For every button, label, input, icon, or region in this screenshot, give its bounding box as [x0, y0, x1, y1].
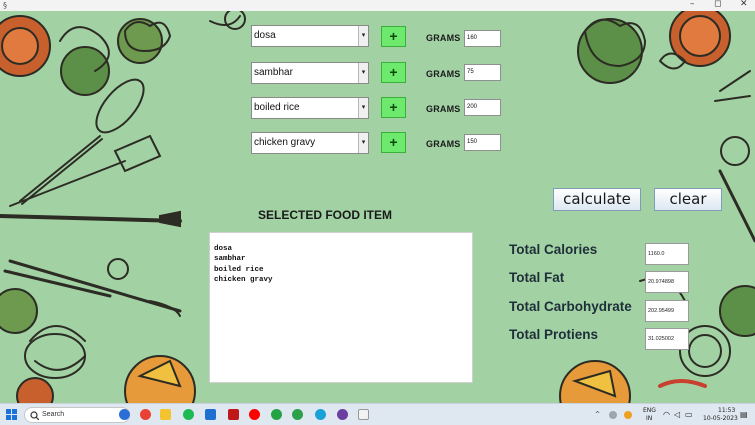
food-select-value: sambhar [254, 67, 293, 78]
java-icon: § [3, 1, 7, 10]
youtube-icon[interactable] [249, 409, 260, 420]
clock-time[interactable]: 11:53 [718, 407, 735, 414]
total-protiens-label: Total Protiens [509, 327, 599, 342]
maximize-button[interactable]: ◻ [714, 0, 721, 9]
grams-label: GRAMS [426, 104, 461, 114]
language-indicator-top[interactable]: ENG [643, 407, 656, 414]
file-explorer-icon[interactable] [160, 409, 171, 420]
add-food-button-4[interactable]: + [381, 132, 406, 153]
total-protiens-value[interactable]: 31.025002 [645, 328, 689, 350]
add-food-button-2[interactable]: + [381, 62, 406, 83]
add-food-button-1[interactable]: + [381, 26, 406, 47]
total-calories-value[interactable]: 1160.0 [645, 243, 689, 265]
food-select-value: chicken gravy [254, 137, 316, 148]
calculate-button[interactable]: calculate [553, 188, 641, 211]
notification-icon[interactable]: ▤ [740, 410, 748, 419]
battery-icon[interactable]: ▭ [685, 410, 693, 419]
list-item: boiled rice [214, 265, 264, 274]
chevron-down-icon[interactable]: ▾ [358, 98, 368, 118]
grams-input-2[interactable]: 75 [464, 64, 501, 81]
total-carbohydrate-value[interactable]: 202.95499 [645, 300, 689, 322]
list-item: chicken gravy [214, 275, 273, 284]
wifi-icon[interactable]: ◠ [663, 410, 670, 419]
food-select-value: dosa [254, 30, 276, 41]
chevron-down-icon[interactable]: ▾ [358, 26, 368, 46]
bing-icon[interactable] [119, 409, 130, 420]
food-select-2[interactable]: sambhar ▾ [251, 62, 369, 84]
total-fat-label: Total Fat [509, 270, 565, 285]
selected-food-list[interactable]: dosa sambhar boiled rice chicken gravy [209, 232, 473, 383]
search-icon [30, 411, 39, 420]
total-calories-label: Total Calories [509, 242, 598, 257]
add-food-button-3[interactable]: + [381, 97, 406, 118]
total-carbohydrate-label: Total Carbohydrate [509, 299, 632, 314]
grams-label: GRAMS [426, 69, 461, 79]
chevron-down-icon[interactable]: ▾ [358, 63, 368, 83]
java-app-icon[interactable] [358, 409, 369, 420]
grams-input-4[interactable]: 150 [464, 134, 501, 151]
selected-food-title: SELECTED FOOD ITEM [258, 208, 393, 222]
chat-icon[interactable] [292, 409, 303, 420]
chevron-up-icon[interactable]: ^ [595, 411, 600, 418]
edge-icon[interactable] [315, 409, 326, 420]
tray-app-icon[interactable] [624, 411, 632, 419]
spotify-icon[interactable] [183, 409, 194, 420]
list-item: dosa [214, 245, 233, 253]
total-fat-value[interactable]: 20.974898 [645, 271, 689, 293]
taskbar: Search ^ ENG IN ◠ ◁ ▭ 11:53 10-05-2023 ▤ [0, 403, 755, 425]
food-select-1[interactable]: dosa ▾ [251, 25, 369, 47]
chrome-icon[interactable] [140, 409, 151, 420]
grams-input-3[interactable]: 200 [464, 99, 501, 116]
food-select-4[interactable]: chicken gravy ▾ [251, 132, 369, 154]
taskbar-search-box[interactable]: Search [24, 407, 130, 423]
clear-button[interactable]: clear [654, 188, 722, 211]
store-icon[interactable] [205, 409, 216, 420]
language-indicator-bottom[interactable]: IN [646, 415, 652, 422]
grams-input-1[interactable]: 160 [464, 30, 501, 47]
chevron-down-icon[interactable]: ▾ [358, 133, 368, 153]
grams-label: GRAMS [426, 33, 461, 43]
volume-icon[interactable]: ◁ [674, 410, 680, 419]
grams-label: GRAMS [426, 139, 461, 149]
minimize-button[interactable]: – [690, 0, 695, 9]
eclipse-icon[interactable] [337, 409, 348, 420]
windows-start-icon[interactable] [6, 409, 18, 421]
whatsapp-icon[interactable] [271, 409, 282, 420]
app-canvas: dosa ▾ + GRAMS 160 sambhar ▾ + GRAMS 75 … [0, 11, 755, 403]
window-title-bar: § – ◻ ✕ [0, 0, 755, 11]
clock-date[interactable]: 10-05-2023 [703, 415, 738, 422]
food-select-3[interactable]: boiled rice ▾ [251, 97, 369, 119]
food-select-value: boiled rice [254, 102, 300, 113]
netflix-icon[interactable] [228, 409, 239, 420]
close-button[interactable]: ✕ [740, 0, 748, 9]
list-item: sambhar [214, 255, 246, 264]
search-placeholder: Search [42, 411, 65, 418]
onedrive-icon[interactable] [609, 411, 617, 419]
